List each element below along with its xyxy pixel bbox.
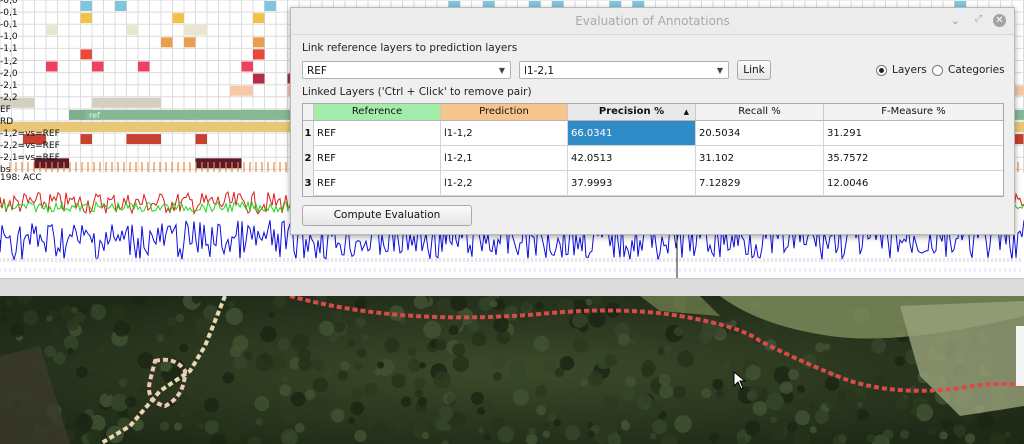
prediction-cell[interactable]: l1-2,1 xyxy=(441,146,568,171)
ref-bar-text: ref xyxy=(89,111,100,120)
compute-evaluation-button[interactable]: Compute Evaluation xyxy=(302,205,472,226)
reference-cell[interactable]: REF xyxy=(314,146,441,171)
precision-cell[interactable]: 42.0513 xyxy=(568,146,696,171)
prediction-layer-value: l1-2,1 xyxy=(524,65,555,77)
track-label: -2,1=vs=REF xyxy=(0,153,60,164)
chevron-down-icon: ▼ xyxy=(716,66,723,75)
track-label: -0,0 xyxy=(0,0,18,6)
precision-header-label: Precision % xyxy=(598,106,665,117)
prediction-cell[interactable]: l1-2,2 xyxy=(441,171,568,196)
track-label: EF xyxy=(0,104,11,115)
track-label: -2,1 xyxy=(0,80,18,91)
fmeasure-cell[interactable]: 35.7572 xyxy=(824,146,1003,171)
reference-layer-value: REF xyxy=(307,65,327,77)
evaluation-dialog: Evaluation of Annotations ⌄ ⤢ ✕ Link ref… xyxy=(290,7,1015,235)
track-label: -2,2=vs=REF xyxy=(0,141,60,152)
categories-radio-label[interactable]: Categories xyxy=(948,64,1005,76)
prediction-layer-select[interactable]: l1-2,1 ▼ xyxy=(519,61,729,79)
fmeasure-cell[interactable]: 12.0046 xyxy=(824,171,1003,196)
reference-cell[interactable]: REF xyxy=(314,121,441,146)
link-button[interactable]: Link xyxy=(737,60,771,80)
track-label: -2,2 xyxy=(0,92,18,103)
linked-layers-label: Linked Layers ('Ctrl + Click' to remove … xyxy=(302,86,532,98)
row-number[interactable]: 3 xyxy=(303,171,314,196)
close-icon[interactable]: ✕ xyxy=(993,14,1006,27)
recall-cell[interactable]: 7.12829 xyxy=(696,171,824,196)
corner-header xyxy=(303,104,314,120)
satellite-map[interactable] xyxy=(0,296,1024,444)
layers-radio-label[interactable]: Layers xyxy=(892,64,927,76)
precision-cell[interactable]: 66.0341 xyxy=(568,121,696,146)
track-label: -1,0 xyxy=(0,32,18,43)
dialog-titlebar[interactable]: Evaluation of Annotations ⌄ ⤢ ✕ xyxy=(291,8,1014,35)
track-label: -1,1 xyxy=(0,44,18,55)
track-label: -2,0 xyxy=(0,68,18,79)
row-number[interactable]: 1 xyxy=(303,121,314,146)
fmeasure-column-header[interactable]: F-Measure % xyxy=(824,104,1003,120)
categories-radio[interactable] xyxy=(932,65,943,76)
track-label: -1,2=vs=REF xyxy=(0,129,60,140)
maximize-icon[interactable]: ⤢ xyxy=(975,14,982,24)
track-label: 198: ACC xyxy=(0,173,42,183)
fmeasure-cell[interactable]: 31.291 xyxy=(824,121,1003,146)
timeline-scrollbar[interactable] xyxy=(0,278,1024,297)
layers-radio[interactable] xyxy=(876,65,887,76)
track-label: -0,1 xyxy=(0,20,18,31)
recall-cell[interactable]: 20.5034 xyxy=(696,121,824,146)
reference-layer-select[interactable]: REF ▼ xyxy=(302,61,511,79)
prediction-column-header[interactable]: Prediction xyxy=(441,104,568,120)
track-label: RD xyxy=(0,117,14,127)
reference-cell[interactable]: REF xyxy=(314,171,441,196)
map-side-buttons[interactable] xyxy=(1016,326,1024,386)
prediction-cell[interactable]: l1-1,2 xyxy=(441,121,568,146)
map-imagery xyxy=(0,296,1024,444)
sort-ascending-icon: ▲ xyxy=(683,108,689,116)
link-layers-label: Link reference layers to prediction laye… xyxy=(302,42,518,54)
precision-cell[interactable]: 37.9993 xyxy=(568,171,696,196)
row-number[interactable]: 2 xyxy=(303,146,314,171)
chevron-down-icon: ▼ xyxy=(498,66,505,75)
track-label: -1,2 xyxy=(0,56,18,67)
dialog-title: Evaluation of Annotations xyxy=(575,14,730,28)
recall-cell[interactable]: 31.102 xyxy=(696,146,824,171)
track-label: -0,1 xyxy=(0,8,18,19)
precision-column-header[interactable]: Precision % ▲ xyxy=(568,104,696,120)
reference-column-header[interactable]: Reference xyxy=(314,104,441,120)
linked-layers-table[interactable]: Reference Prediction Precision % ▲ Recal… xyxy=(302,103,1004,197)
minimize-icon[interactable]: ⌄ xyxy=(951,14,960,27)
recall-column-header[interactable]: Recall % xyxy=(696,104,824,120)
